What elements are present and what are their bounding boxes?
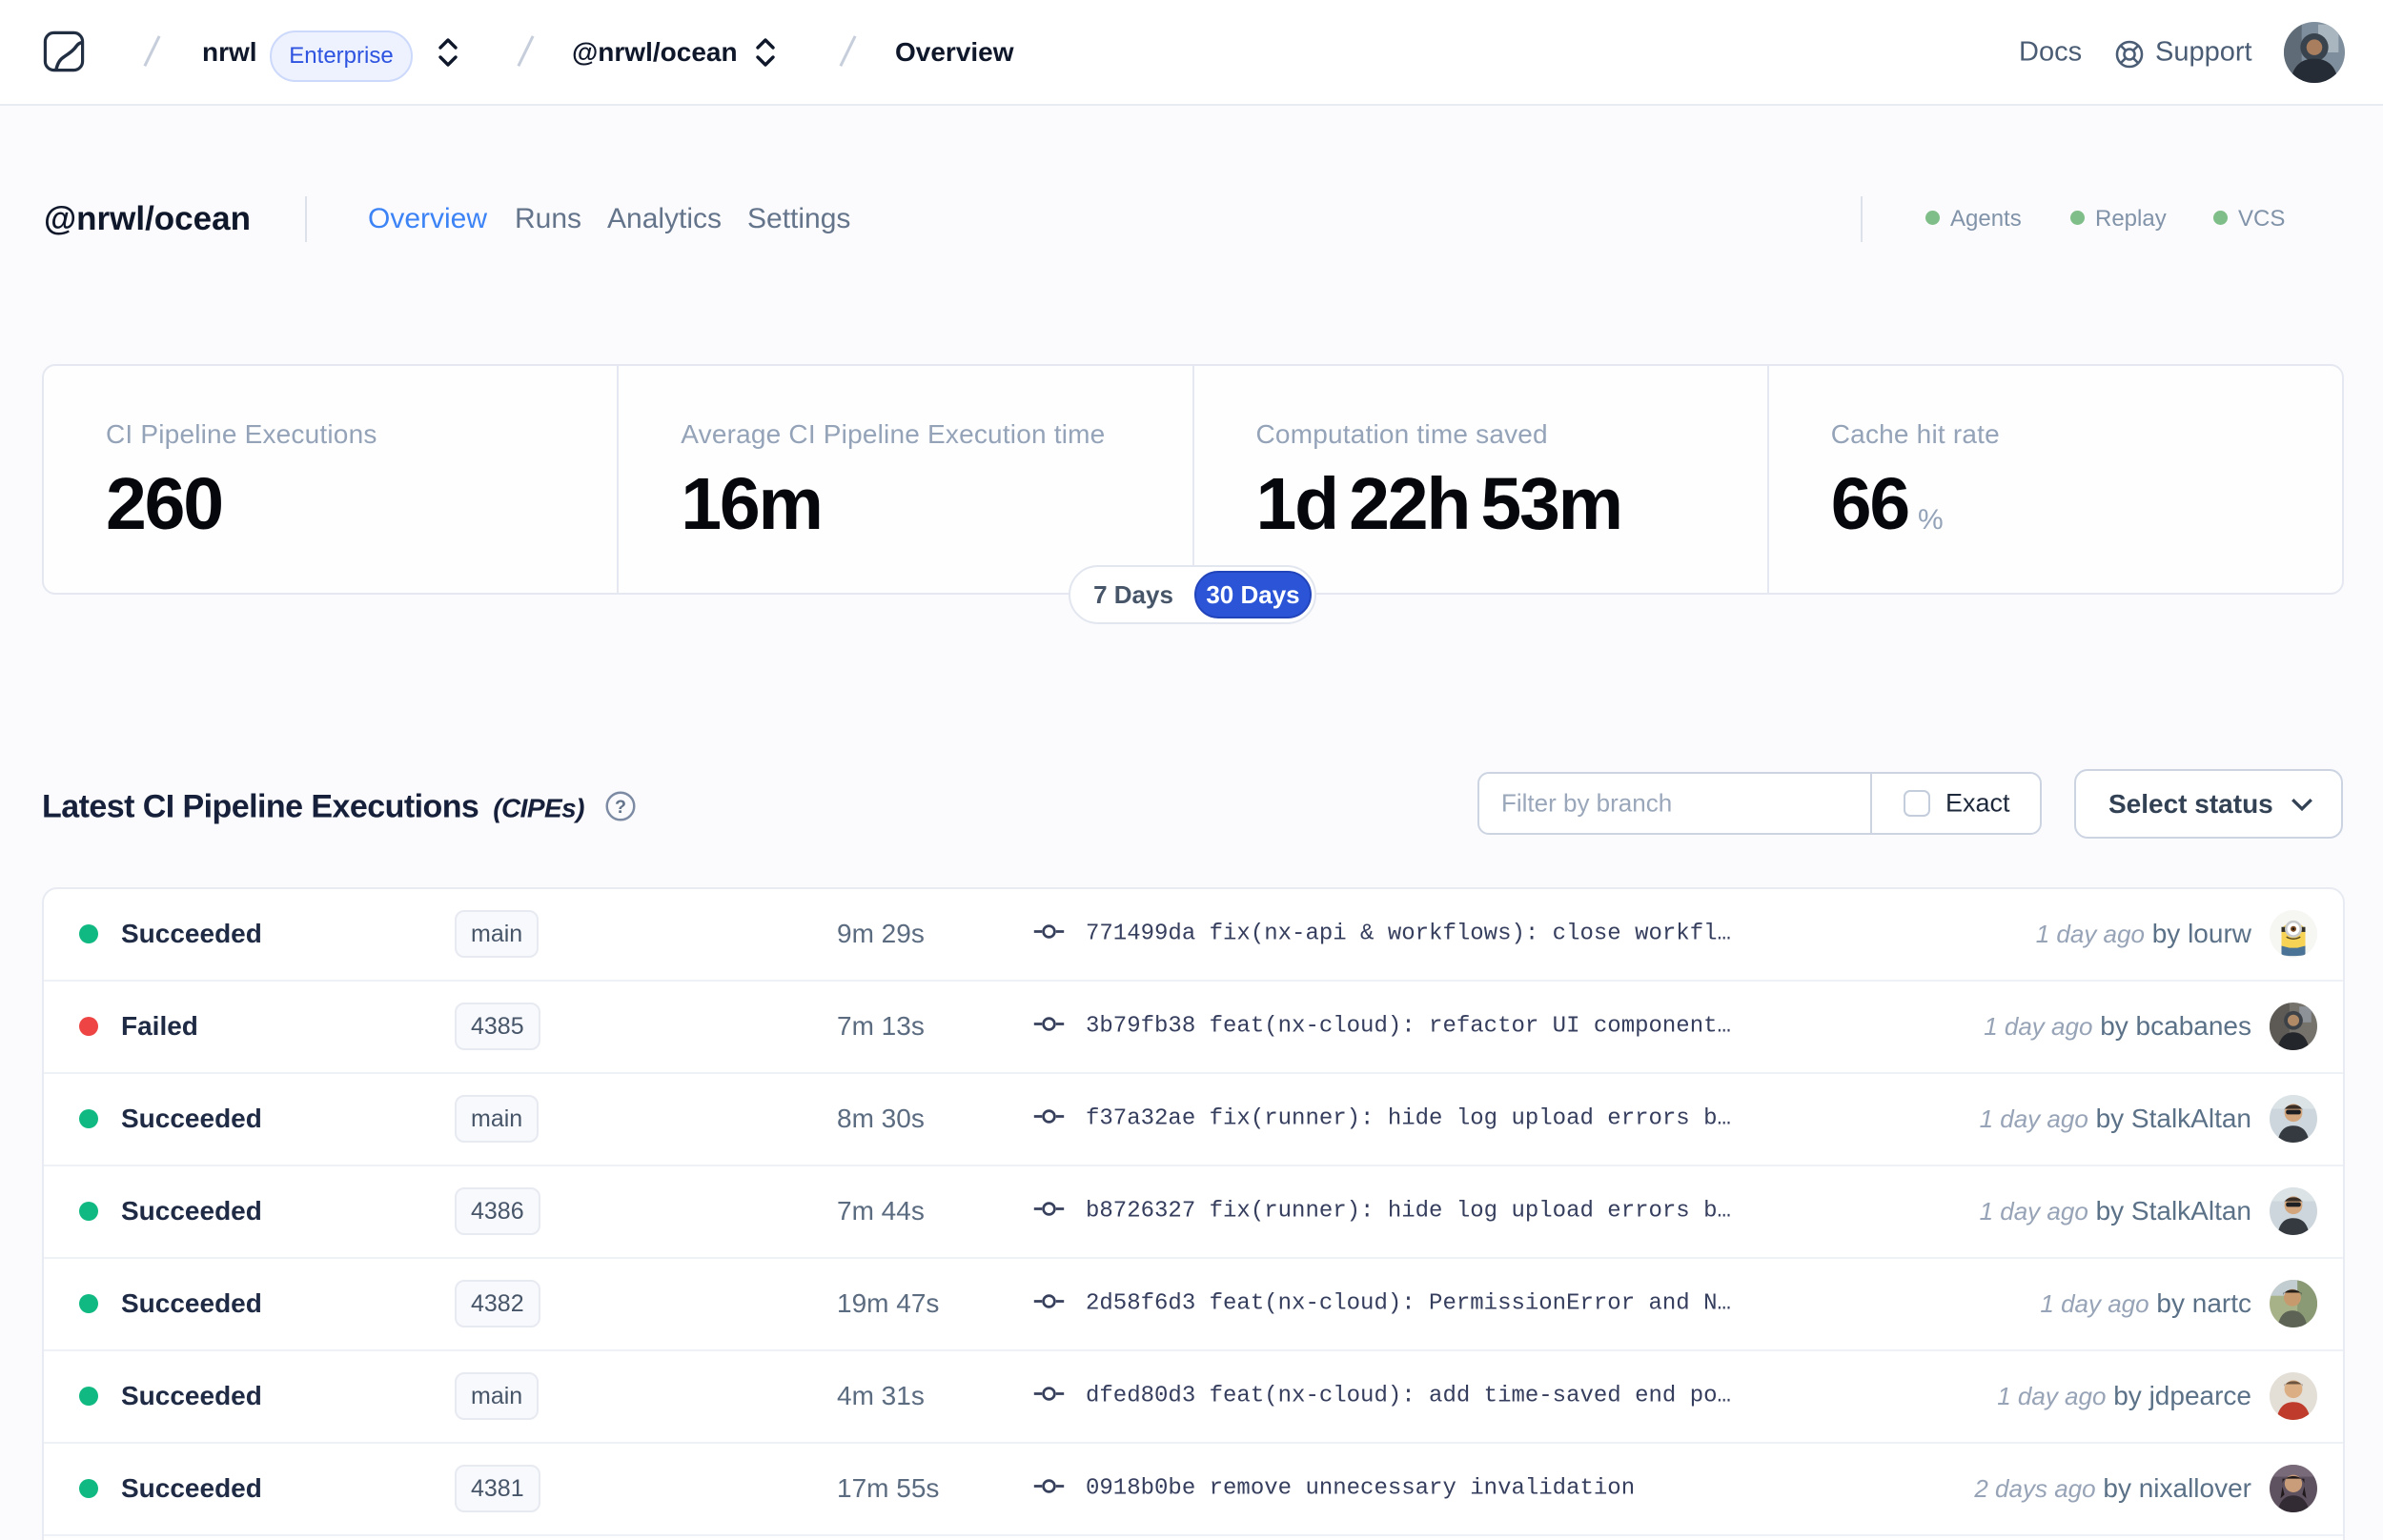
svg-text:?: ? — [615, 797, 626, 818]
